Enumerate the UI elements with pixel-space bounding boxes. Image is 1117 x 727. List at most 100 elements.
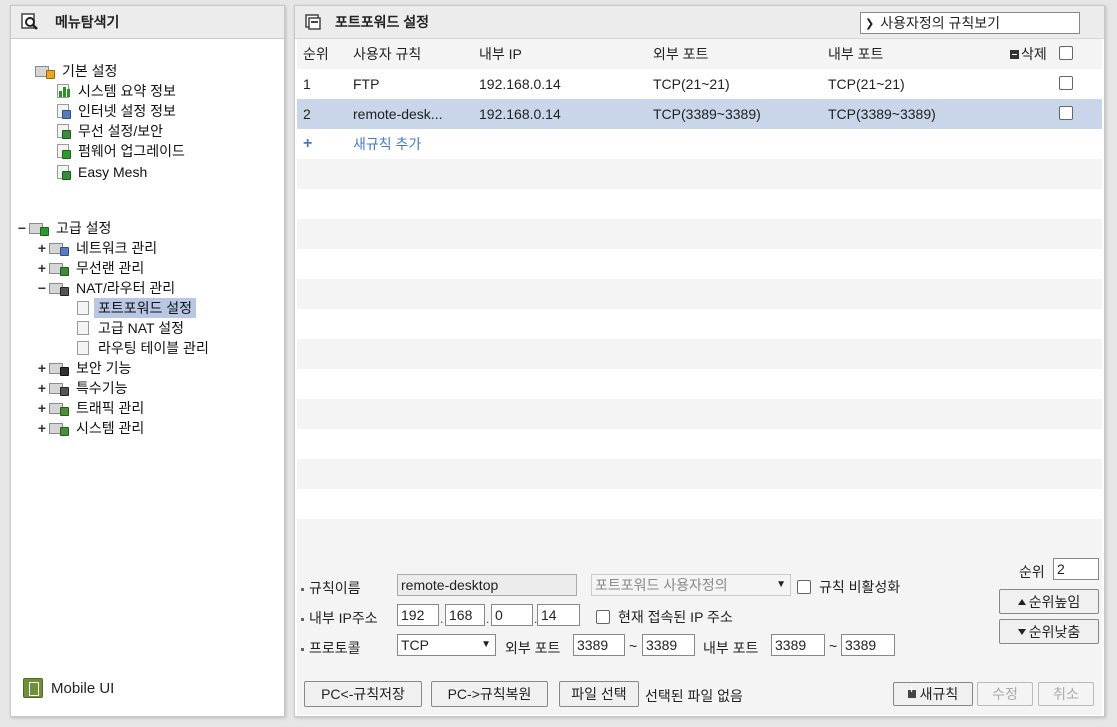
collapse-toggle-icon[interactable]: −: [17, 221, 27, 235]
int-port-label: 내부 포트: [703, 640, 759, 656]
preset-select[interactable]: 포트포워드 사용자정의 ▼: [591, 574, 791, 596]
tree-item-advanced-nat[interactable]: 고급 NAT 설정: [75, 318, 188, 338]
cell-int-port: TCP(3389~3389): [828, 106, 936, 122]
system-chart-folder-icon: [49, 420, 69, 436]
router-folder-icon: [49, 280, 69, 296]
expand-toggle-icon[interactable]: +: [37, 421, 47, 435]
priority-down-button[interactable]: 순위낮춤: [999, 619, 1099, 644]
traffic-chart-folder-icon: [49, 400, 69, 416]
tree-node-advanced-settings[interactable]: − 고급 설정: [17, 218, 115, 238]
tree-item-routing-table[interactable]: 라우팅 테이블 관리: [75, 338, 213, 358]
protocol-select[interactable]: TCP ▼: [397, 634, 496, 656]
new-rule-label: 새규칙: [919, 686, 959, 702]
file-status-text: 선택된 파일 없음: [645, 688, 743, 704]
tree-label: NAT/라우터 관리: [76, 280, 176, 296]
file-select-button[interactable]: 파일 선택: [559, 681, 639, 707]
tree-label: 기본 설정: [62, 63, 118, 79]
chevron-down-icon: ▼: [481, 639, 491, 650]
expand-toggle-icon[interactable]: +: [37, 401, 47, 415]
tree-node-network[interactable]: + 네트워크 관리: [37, 238, 161, 258]
empty-row: [297, 279, 1102, 309]
expand-toggle-icon[interactable]: +: [37, 381, 47, 395]
priority-input[interactable]: 2: [1053, 558, 1099, 580]
ext-port-to-input[interactable]: 3389: [642, 634, 695, 656]
add-rule-row[interactable]: + 새규칙 추가: [297, 129, 1102, 159]
tree-item-firmware-upgrade[interactable]: 펌웨어 업그레이드: [55, 141, 189, 161]
rule-view-select[interactable]: ❯ 사용자정의 규칙보기: [860, 12, 1080, 34]
modify-button[interactable]: 수정: [977, 682, 1033, 706]
range-tilde: ~: [629, 638, 638, 654]
tree-node-wlan[interactable]: + 무선랜 관리: [37, 258, 148, 278]
expand-toggle-icon[interactable]: +: [37, 261, 47, 275]
empty-row: [297, 159, 1102, 189]
tree-label: 포트포워드 설정: [94, 298, 197, 318]
tree-item-internet-info[interactable]: 인터넷 설정 정보: [55, 101, 180, 121]
tree-node-system[interactable]: + 시스템 관리: [37, 418, 148, 438]
ip-octet-4-input[interactable]: 14: [537, 604, 580, 626]
tree-label: 시스템 관리: [76, 420, 145, 436]
row-checkbox[interactable]: [1059, 75, 1073, 93]
menu-explorer-header: 메뉴탐색기: [11, 6, 284, 39]
rule-name-input[interactable]: remote-desktop: [397, 574, 577, 596]
tree-node-security[interactable]: + 보안 기능: [37, 358, 135, 378]
page-icon: [75, 300, 91, 316]
tree-label: 네트워크 관리: [76, 240, 158, 256]
tree-node-basic-settings[interactable]: 기본 설정: [35, 61, 121, 81]
table-header-row: 순위 사용자 규칙 내부 IP 외부 포트 내부 포트 삭제: [297, 39, 1102, 69]
expand-toggle-icon[interactable]: +: [37, 361, 47, 375]
cell-ip: 192.168.0.14: [479, 106, 561, 122]
int-port-to-input[interactable]: 3389: [841, 634, 895, 656]
protocol-label: 프로토콜: [301, 638, 361, 658]
tree-node-nat-router[interactable]: − NAT/라우터 관리: [37, 278, 179, 298]
mobile-ui-link[interactable]: Mobile UI: [23, 678, 114, 698]
new-rule-button[interactable]: 새규칙: [893, 682, 973, 706]
cell-name: FTP: [353, 76, 380, 92]
tree-label: 특수기능: [76, 380, 128, 396]
ext-port-label: 외부 포트: [505, 640, 561, 656]
add-rule-link[interactable]: 새규칙 추가: [353, 134, 421, 154]
empty-row: [297, 189, 1102, 219]
mesh-wifi-icon: [55, 164, 71, 180]
cancel-button[interactable]: 취소: [1038, 682, 1094, 706]
collapse-toggle-icon[interactable]: −: [37, 281, 47, 295]
column-header-no: 순위: [303, 46, 329, 62]
ip-octet-1-input[interactable]: 192: [397, 604, 439, 626]
add-icon: [907, 685, 916, 698]
menu-tree: 기본 설정 시스템 요약 정보 인터넷 설정 정보 무선 설정/보안 펌웨어 업…: [11, 39, 284, 716]
ip-dot: .: [440, 612, 444, 626]
range-tilde: ~: [829, 638, 838, 654]
restore-rules-from-pc-button[interactable]: PC->규칙복원: [431, 681, 548, 707]
tree-item-system-summary[interactable]: 시스템 요약 정보: [55, 81, 180, 101]
ip-octet-3-input[interactable]: 0: [491, 604, 533, 626]
empty-row: [297, 459, 1102, 489]
tree-node-special[interactable]: + 특수기능: [37, 378, 132, 398]
mobile-phone-icon: [23, 678, 43, 698]
tree-label: 펌웨어 업그레이드: [78, 143, 185, 159]
current-ip-checkbox[interactable]: 현재 접속된 IP 주소: [596, 607, 733, 627]
delete-selected-button[interactable]: 삭제: [1010, 44, 1047, 64]
tree-item-wireless-security[interactable]: 무선 설정/보안: [55, 121, 167, 141]
tree-label: 무선랜 관리: [76, 260, 145, 276]
tree-item-port-forward[interactable]: 포트포워드 설정: [75, 298, 197, 318]
priority-up-label: 순위높임: [1028, 593, 1081, 610]
priority-up-button[interactable]: 순위높임: [999, 589, 1099, 614]
expand-toggle-icon[interactable]: +: [37, 241, 47, 255]
upgrade-arrow-icon: [55, 143, 71, 159]
select-all-checkbox[interactable]: [1059, 45, 1073, 63]
int-port-from-input[interactable]: 3389: [771, 634, 825, 656]
disable-rule-checkbox[interactable]: 규칙 비활성화: [797, 577, 900, 597]
empty-row: [297, 309, 1102, 339]
column-header-name: 사용자 규칙: [353, 46, 422, 62]
table-row[interactable]: 1 FTP 192.168.0.14 TCP(21~21) TCP(21~21): [297, 69, 1102, 99]
tree-node-traffic[interactable]: + 트래픽 관리: [37, 398, 148, 418]
save-rules-to-pc-button[interactable]: PC<-규칙저장: [304, 681, 422, 707]
ip-octet-2-input[interactable]: 168: [445, 604, 485, 626]
column-header-ext-port: 외부 포트: [653, 46, 709, 62]
settings-folder-icon: [35, 63, 55, 79]
ext-port-from-input[interactable]: 3389: [573, 634, 625, 656]
disable-rule-label: 규칙 비활성화: [819, 579, 901, 595]
tree-item-easy-mesh[interactable]: Easy Mesh: [55, 162, 151, 182]
row-checkbox[interactable]: [1059, 105, 1073, 123]
table-row[interactable]: 2 remote-desk... 192.168.0.14 TCP(3389~3…: [297, 99, 1102, 129]
cell-no: 1: [303, 76, 311, 92]
